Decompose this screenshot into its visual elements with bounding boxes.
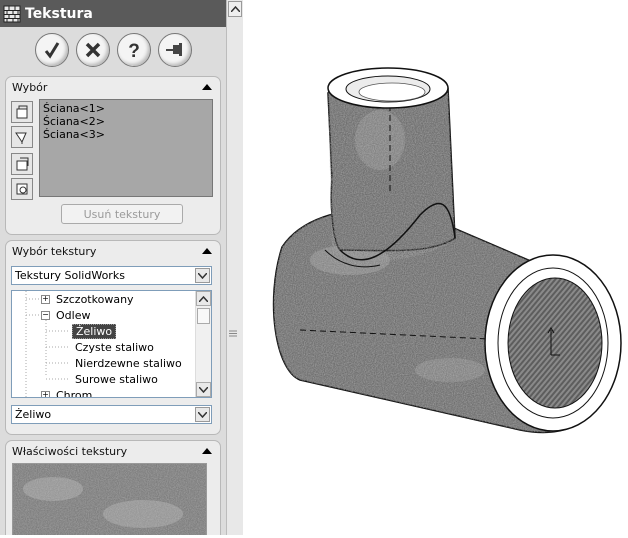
expand-plus-icon[interactable]: + — [41, 294, 50, 304]
expand-plus-icon[interactable]: + — [41, 390, 50, 397]
action-buttons: ? — [0, 30, 226, 70]
help-button[interactable]: ? — [116, 33, 151, 67]
scroll-thumb[interactable] — [197, 308, 210, 324]
checkmark-icon — [44, 42, 59, 59]
feature-select-icon — [16, 157, 29, 171]
tree-item-label: Żeliwo — [72, 323, 117, 339]
tree-item-nierdzewne-staliwo[interactable]: Nierdzewne staliwo — [75, 355, 182, 371]
ok-button[interactable] — [34, 33, 69, 67]
selection-group-title: Wybór — [12, 80, 48, 94]
tree-item-surowe-staliwo[interactable]: Surowe staliwo — [75, 371, 158, 387]
cancel-button[interactable] — [75, 33, 110, 67]
body-select-icon — [15, 132, 27, 144]
tree-item-szczotkowany[interactable]: + Szczotkowany — [41, 291, 134, 307]
list-item[interactable]: Ściana<1> — [43, 102, 209, 115]
selection-group: Wybór Ściana<1> Ściana<2> Ściana<3> Usuń… — [5, 76, 221, 235]
part-select-button[interactable] — [11, 178, 33, 200]
remove-textures-button[interactable]: Usuń tekstury — [61, 204, 183, 224]
collapse-minus-icon[interactable]: − — [41, 310, 50, 320]
panel-title: Tekstura — [25, 5, 93, 22]
panel-scroll-up-button[interactable] — [228, 1, 242, 17]
tree-item-zeliwo[interactable]: Żeliwo — [72, 323, 117, 339]
texture-selection-title: Wybór tekstury — [12, 244, 97, 258]
panel-scrollbar[interactable] — [226, 0, 243, 535]
close-x-icon — [85, 42, 100, 58]
current-texture-select[interactable]: Żeliwo — [11, 405, 212, 424]
tree-item-odlew[interactable]: − Odlew — [41, 307, 90, 323]
tree-item-label: Szczotkowany — [56, 292, 134, 306]
texture-properties-title: Właściwości tekstury — [12, 444, 128, 458]
chevron-down-icon[interactable] — [195, 268, 210, 283]
tree-item-czyste-staliwo[interactable]: Czyste staliwo — [75, 339, 154, 355]
selection-group-header[interactable]: Wybór — [6, 77, 220, 97]
pipe-tee-model[interactable] — [253, 0, 628, 535]
tree-item-label: Czyste staliwo — [75, 340, 154, 354]
chevron-down-icon[interactable] — [195, 407, 210, 422]
collapse-caret-icon[interactable] — [202, 448, 212, 454]
texture-properties-header[interactable]: Właściwości tekstury — [6, 441, 220, 461]
tree-item-label: Chrom — [56, 388, 93, 398]
question-icon: ? — [128, 41, 140, 61]
texture-tree[interactable]: + Szczotkowany − Odlew Żeliwo Czyste sta… — [11, 290, 212, 398]
feature-select-button[interactable] — [11, 153, 33, 175]
brick-wall-icon — [3, 5, 21, 22]
face-select-icon — [16, 105, 28, 119]
collapse-caret-icon[interactable] — [202, 248, 212, 254]
tree-item-label: Odlew — [56, 308, 91, 322]
panel-titlebar: Tekstura — [0, 0, 226, 27]
texture-properties-group: Właściwości tekstury — [5, 440, 221, 535]
texture-selection-header[interactable]: Wybór tekstury — [6, 241, 220, 261]
texture-library-value: Tekstury SolidWorks — [15, 269, 125, 282]
current-texture-value: Żeliwo — [15, 408, 52, 421]
splitter-grip-icon[interactable] — [229, 330, 237, 337]
model-viewport[interactable] — [253, 0, 628, 535]
tree-item-chrom[interactable]: + Chrom — [41, 387, 93, 398]
branch-pipe-body[interactable] — [320, 67, 460, 270]
pushpin-icon — [165, 43, 182, 56]
texture-selection-group: Wybór tekstury Tekstury SolidWorks + Szc… — [5, 240, 221, 435]
body-select-button[interactable] — [11, 126, 33, 148]
property-manager-panel: Tekstura ? Wybór Ściana<1> Ściana<2> Ści… — [0, 0, 227, 535]
list-item[interactable]: Ściana<2> — [43, 115, 209, 128]
texture-preview-image — [12, 463, 207, 535]
part-select-icon — [16, 183, 28, 195]
face-select-button[interactable] — [11, 101, 33, 123]
pin-button[interactable] — [157, 33, 192, 67]
pipe-end-face[interactable] — [484, 254, 622, 432]
tree-scrollbar[interactable] — [195, 291, 211, 397]
selected-faces-list[interactable]: Ściana<1> Ściana<2> Ściana<3> — [39, 99, 213, 197]
tree-item-label: Surowe staliwo — [75, 372, 158, 386]
scroll-up-button[interactable] — [196, 291, 211, 306]
list-item[interactable]: Ściana<3> — [43, 128, 209, 141]
texture-library-select[interactable]: Tekstury SolidWorks — [11, 266, 212, 285]
scroll-down-button[interactable] — [196, 382, 211, 397]
tree-item-label: Nierdzewne staliwo — [75, 356, 182, 370]
collapse-caret-icon[interactable] — [202, 84, 212, 90]
svg-text:?: ? — [128, 41, 140, 61]
